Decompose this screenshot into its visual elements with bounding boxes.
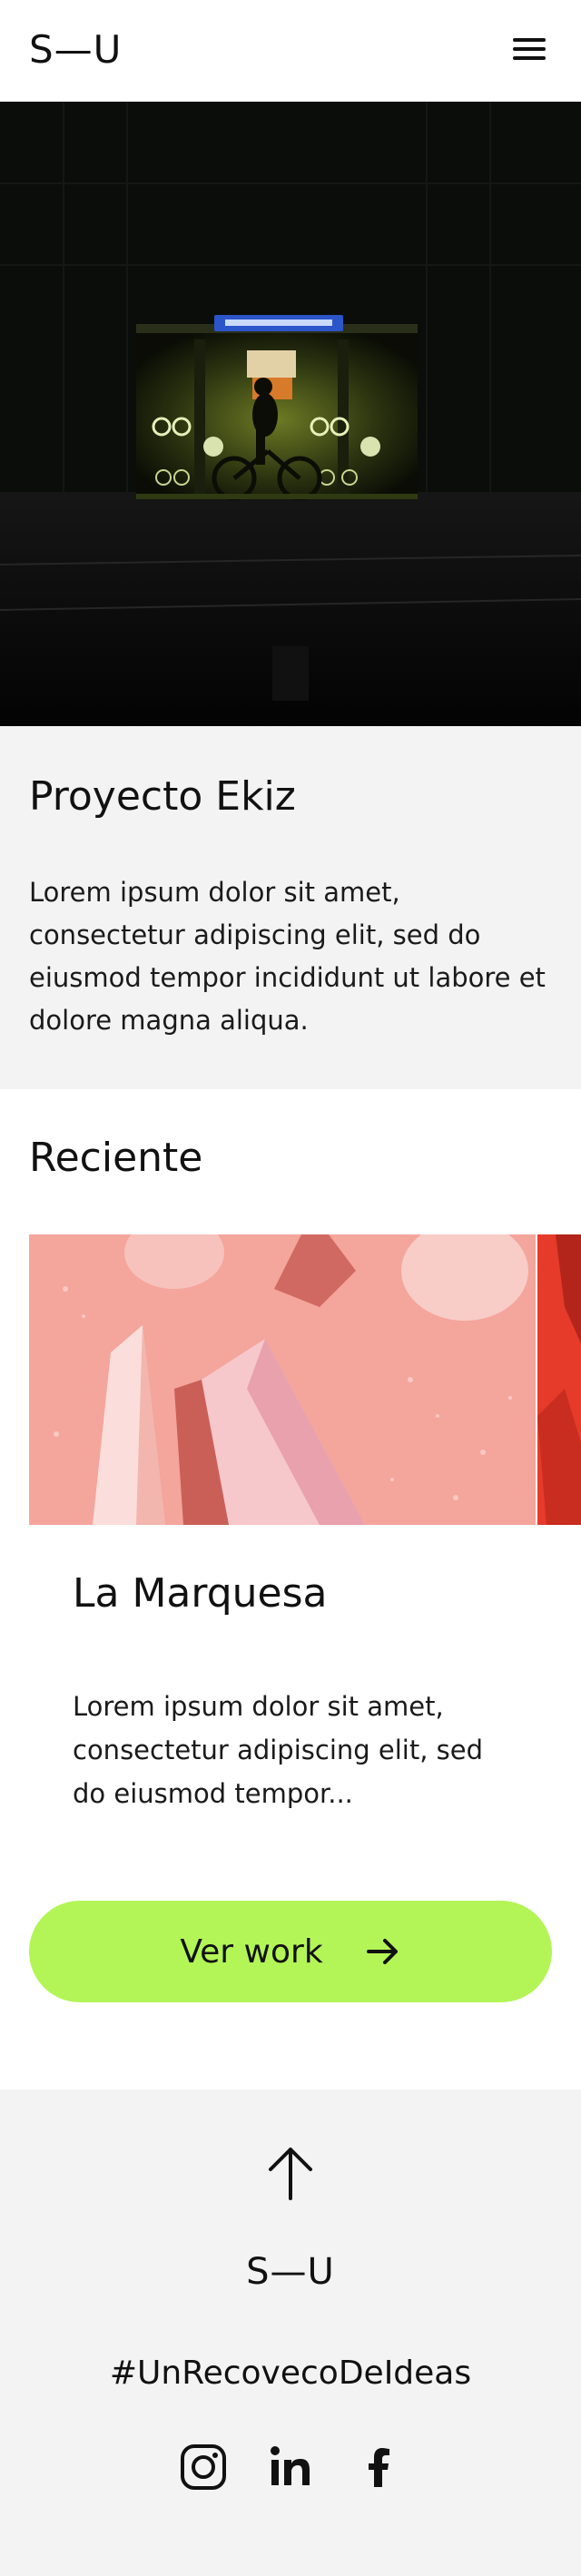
project-title: Proyecto Ekiz: [29, 773, 296, 820]
pink-crystals-photo[interactable]: [29, 1234, 536, 1525]
next-card-photo: [537, 1234, 581, 1525]
project-description: Lorem ipsum dolor sit amet, consectetur …: [29, 877, 546, 1036]
next-card-image[interactable]: [537, 1234, 581, 1525]
card-excerpt: Lorem ipsum dolor sit amet, consectetur …: [73, 1691, 484, 1809]
site-logo[interactable]: S—U: [29, 27, 122, 73]
project-intro: Proyecto Ekiz Lorem ipsum dolor sit amet…: [0, 726, 581, 1089]
ver-work-button[interactable]: Ver work: [29, 1901, 552, 2002]
hamburger-menu-icon[interactable]: [513, 36, 547, 64]
hero-image: [0, 102, 581, 726]
footer-hashtag: #UnRecovecoDeIdeas: [109, 2355, 472, 2392]
crystal-illustration: [29, 1234, 536, 1525]
instagram-icon[interactable]: [180, 2443, 227, 2491]
ver-work-label: Ver work: [180, 1932, 323, 1971]
night-bicycle-parking-photo: [0, 102, 581, 726]
site-footer: S—U #UnRecovecoDeIdeas: [0, 2089, 581, 2576]
facebook-icon[interactable]: [356, 2443, 403, 2491]
footer-logo[interactable]: S—U: [0, 2249, 581, 2295]
site-header: S—U: [0, 0, 581, 102]
menu-bar: [513, 47, 546, 51]
arrow-right-icon: [366, 1939, 398, 1964]
social-links: [0, 2440, 581, 2494]
arrow-up-icon[interactable]: [263, 2144, 318, 2202]
linkedin-icon[interactable]: [267, 2443, 314, 2491]
recent-heading: Reciente: [29, 1135, 203, 1181]
card-title[interactable]: La Marquesa: [73, 1568, 327, 1619]
menu-bar: [513, 56, 546, 60]
menu-bar: [513, 38, 546, 42]
